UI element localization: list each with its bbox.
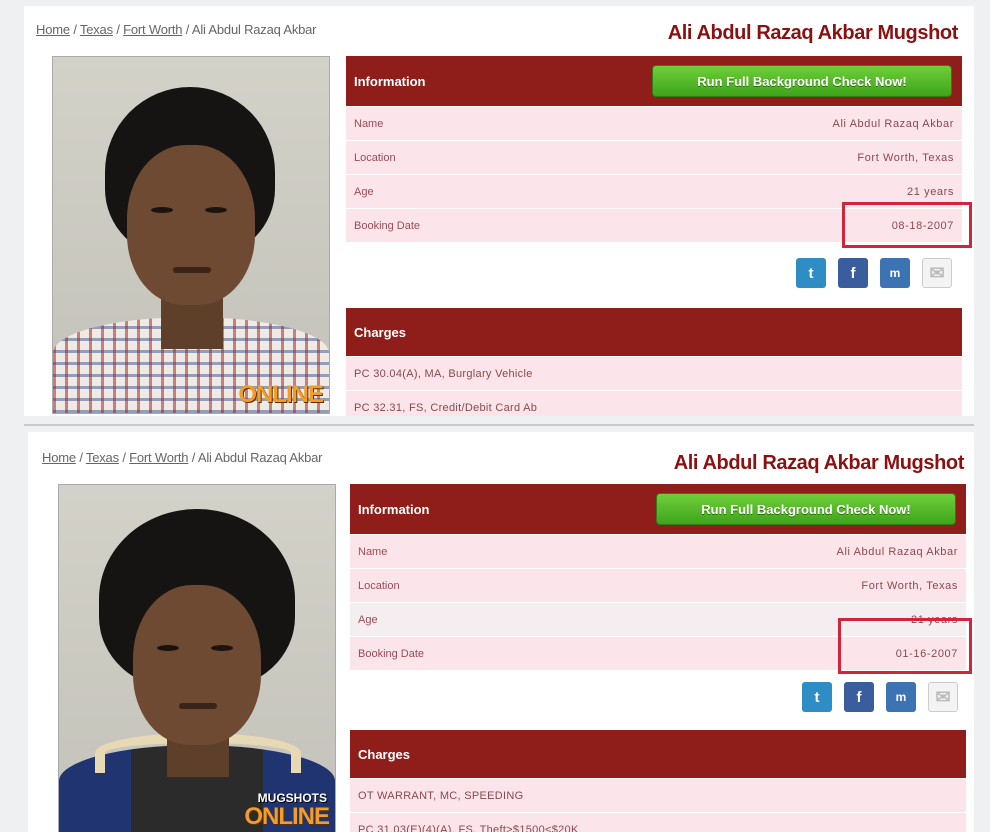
info-row-name: Name Ali Abdul Razaq Akbar [350, 534, 966, 568]
mugshot-photo: ONLINE [52, 56, 330, 414]
share-icons: t f m ✉ [802, 682, 958, 712]
mugshot-record-1: Home / Texas / Fort Worth / Ali Abdul Ra… [24, 6, 974, 416]
breadcrumb-current: Ali Abdul Razaq Akbar [191, 22, 317, 37]
breadcrumb-current: Ali Abdul Razaq Akbar [197, 450, 323, 465]
field-label: Age [358, 613, 378, 626]
field-label: Name [358, 545, 388, 558]
charge-item: OT WARRANT, MC, SPEEDING [350, 778, 966, 812]
email-icon[interactable]: ✉ [922, 258, 952, 288]
page-title: Ali Abdul Razaq Akbar Mugshot [667, 22, 959, 44]
information-header: Information Run Full Background Check No… [346, 56, 962, 106]
booking-date-highlight [842, 202, 972, 248]
myspace-icon[interactable]: m [886, 682, 916, 712]
mugshot-record-2: Home / Texas / Fort Worth / Ali Abdul Ra… [28, 432, 974, 832]
breadcrumb-state-link[interactable]: Texas [80, 22, 113, 37]
breadcrumb-home-link[interactable]: Home [42, 450, 76, 465]
watermark-logo: ONLINE [244, 803, 330, 830]
field-label: Location [358, 579, 400, 592]
charges-table: Charges PC 30.04(A), MA, Burglary Vehicl… [346, 308, 962, 416]
info-row-location: Location Fort Worth, Texas [350, 568, 966, 602]
charge-item: PC 30.04(A), MA, Burglary Vehicle [346, 356, 962, 390]
breadcrumb-separator: / [116, 22, 120, 37]
charges-table: Charges OT WARRANT, MC, SPEEDING PC 31.0… [350, 730, 966, 832]
breadcrumb-separator: / [191, 450, 196, 465]
breadcrumb-separator: / [73, 22, 77, 37]
breadcrumb-separator: / [79, 450, 83, 465]
info-row-location: Location Fort Worth, Texas [346, 140, 962, 174]
email-icon[interactable]: ✉ [928, 682, 958, 712]
charge-item: PC 31.03(E)(4)(A), FS, Theft>$1500<$20K [350, 812, 966, 832]
field-label: Location [354, 151, 396, 164]
breadcrumb: Home / Texas / Fort Worth / Ali Abdul Ra… [42, 450, 323, 465]
information-header-label: Information [358, 501, 430, 517]
breadcrumb-separator: / [185, 22, 190, 37]
share-icons: t f m ✉ [796, 258, 952, 288]
twitter-icon[interactable]: t [802, 682, 832, 712]
record-divider [24, 424, 974, 426]
breadcrumb: Home / Texas / Fort Worth / Ali Abdul Ra… [36, 22, 317, 37]
page-title: Ali Abdul Razaq Akbar Mugshot [673, 452, 965, 474]
field-value: Fort Worth, Texas [861, 579, 958, 592]
background-check-button[interactable]: Run Full Background Check Now! [652, 65, 952, 97]
information-header-label: Information [354, 73, 426, 89]
mugshot-photo: MUGSHOTS ONLINE [58, 484, 336, 832]
field-value: Ali Abdul Razaq Akbar [836, 545, 958, 558]
charges-header: Charges [346, 308, 962, 356]
breadcrumb-city-link[interactable]: Fort Worth [123, 22, 182, 37]
breadcrumb-state-link[interactable]: Texas [86, 450, 119, 465]
charge-item: PC 32.31, FS, Credit/Debit Card Ab [346, 390, 962, 416]
twitter-icon[interactable]: t [796, 258, 826, 288]
facebook-icon[interactable]: f [844, 682, 874, 712]
breadcrumb-city-link[interactable]: Fort Worth [129, 450, 188, 465]
breadcrumb-separator: / [122, 450, 126, 465]
field-label: Booking Date [354, 219, 421, 232]
field-label: Age [354, 185, 374, 198]
field-value: Ali Abdul Razaq Akbar [832, 117, 954, 130]
field-value: 21 years [907, 185, 954, 198]
info-row-name: Name Ali Abdul Razaq Akbar [346, 106, 962, 140]
background-check-button[interactable]: Run Full Background Check Now! [656, 493, 956, 525]
myspace-icon[interactable]: m [880, 258, 910, 288]
breadcrumb-home-link[interactable]: Home [36, 22, 70, 37]
watermark-logo: ONLINE [238, 381, 324, 408]
booking-date-highlight [838, 618, 972, 674]
charges-header: Charges [350, 730, 966, 778]
field-label: Name [354, 117, 384, 130]
field-label: Booking Date [358, 647, 425, 660]
information-header: Information Run Full Background Check No… [350, 484, 966, 534]
facebook-icon[interactable]: f [838, 258, 868, 288]
field-value: Fort Worth, Texas [857, 151, 954, 164]
